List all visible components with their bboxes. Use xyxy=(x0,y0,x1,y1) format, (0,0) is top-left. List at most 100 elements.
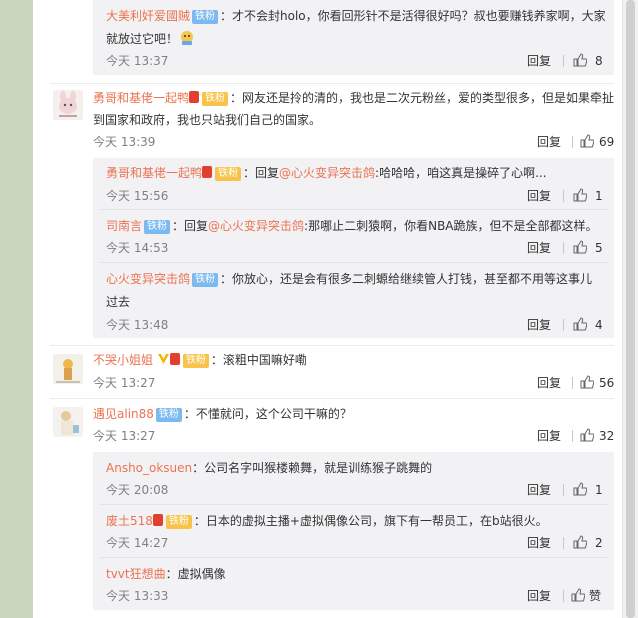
reply-button[interactable]: 回复 xyxy=(527,53,551,69)
divider xyxy=(563,190,564,202)
like-count: 1 xyxy=(595,483,603,497)
fan-badge: 铁粉 xyxy=(165,515,192,529)
comment-body: ：不懂就问，这个公司干嘛的？ xyxy=(183,407,352,421)
like-icon[interactable] xyxy=(573,317,587,331)
mention-link[interactable]: @心火变异突击鸽 xyxy=(208,219,304,233)
username-link[interactable]: 大美利奸爱國贼 xyxy=(106,9,190,23)
reply-body: ：虚拟偶像 xyxy=(165,567,226,581)
reply-text: tvvt狂想曲：虚拟偶像 xyxy=(106,565,226,583)
reply-button[interactable]: 回复 xyxy=(527,588,551,604)
username-link[interactable]: 心火变异突击鸽 xyxy=(106,272,190,286)
reply-time: 今天 14:27 xyxy=(106,536,169,550)
reply-time: 今天 13:33 xyxy=(106,589,169,603)
reply-time: 今天 13:48 xyxy=(106,318,169,332)
username-link[interactable]: tvvt狂想曲 xyxy=(106,567,166,581)
fan-badge: 铁粉 xyxy=(182,354,209,368)
username-link[interactable]: 废土518 xyxy=(106,514,153,528)
member-badge-icon xyxy=(152,514,163,526)
comment-body: ：滚粗中国嘛好嘞 xyxy=(210,353,307,367)
username-link[interactable]: 勇哥和基佬一起鸭 xyxy=(106,166,202,180)
fan-badge: 铁粉 xyxy=(192,10,219,24)
reply-text: Ansho_oksuen：公司名字叫猴楼赖舞，就是训练猴子跳舞的 xyxy=(106,459,432,477)
reply-button[interactable]: 回复 xyxy=(527,240,551,256)
like-count: 1 xyxy=(595,189,603,203)
comment-text: 大美利奸爱國贼 铁粉 ：才不会封holo，你看回形针不是活得很好吗？叔也要赚钱养家啊… xyxy=(106,7,606,25)
comment-text: 不哭小姐姐 铁粉 ：滚粗中国嘛好嘞 xyxy=(93,351,307,369)
reply-time: 今天 14:53 xyxy=(106,241,169,255)
like-icon[interactable] xyxy=(580,375,594,389)
member-badge-icon xyxy=(169,353,180,365)
reply-button[interactable]: 回复 xyxy=(527,482,551,498)
like-count: 2 xyxy=(595,536,603,550)
reply-button[interactable]: 回复 xyxy=(537,375,561,391)
like-icon[interactable] xyxy=(571,588,585,602)
comment-text-line2: 到国家和政府，我也只站我们自己的国家。 xyxy=(93,113,322,127)
divider xyxy=(563,319,564,331)
scrollbar-thumb[interactable] xyxy=(626,0,635,618)
username-link[interactable]: 遇见alin88 xyxy=(93,407,154,421)
comment-body: ：才不会封holo，你看回形针不是活得很好吗？叔也要赚钱养家啊，大家 xyxy=(220,9,606,23)
like-icon[interactable] xyxy=(573,188,587,202)
divider xyxy=(563,55,564,67)
like-count: 8 xyxy=(595,54,603,68)
user-avatar[interactable] xyxy=(53,354,83,384)
user-avatar[interactable] xyxy=(53,407,83,437)
reply-button[interactable]: 回复 xyxy=(527,535,551,551)
divider xyxy=(563,242,564,254)
divider xyxy=(572,136,573,148)
reply-button[interactable]: 回复 xyxy=(527,317,551,333)
emoji-icon xyxy=(178,29,196,52)
reply-time: 今天 20:08 xyxy=(106,483,169,497)
scrollbar[interactable] xyxy=(622,0,638,618)
fan-badge: 铁粉 xyxy=(144,220,171,234)
comment-body: ：网友还是拎的清的，我也是二次元粉丝，爱的类型很多，但是如果牵扯 xyxy=(230,91,615,105)
like-icon[interactable] xyxy=(573,482,587,496)
mention-link[interactable]: @心火变异突击鸽 xyxy=(279,166,375,180)
reply-button[interactable]: 回复 xyxy=(537,134,561,150)
comment-time: 今天 13:39 xyxy=(93,135,156,149)
reply-prefix: ：回复 xyxy=(243,166,280,180)
fan-badge: 铁粉 xyxy=(202,92,229,106)
reply-body: ：日本的虚拟主播+虚拟偶像公司，旗下有一帮员工，在b站很火。 xyxy=(193,514,548,528)
separator xyxy=(100,262,608,263)
username-link[interactable]: 司南言 xyxy=(106,219,142,233)
separator xyxy=(50,345,614,346)
divider xyxy=(563,537,564,549)
reply-text: 心火变异突击鸽 铁粉 ：你放心，还是会有很多二刺螈给继续管人打钱，甚至都不用等这事儿 xyxy=(106,270,592,288)
like-icon[interactable] xyxy=(573,535,587,549)
separator xyxy=(100,557,608,558)
reply-text: 司南言 铁粉 ：回复@心火变异突击鸽:那哪止二刺猿啊，你看NBA跪族，但不是全部都这… xyxy=(106,217,598,235)
like-count: 56 xyxy=(599,376,615,390)
separator xyxy=(50,83,614,84)
username-link[interactable]: Ansho_oksuen xyxy=(106,461,192,475)
reply-time: 今天 15:56 xyxy=(106,189,169,203)
comment-text: 勇哥和基佬一起鸭 铁粉 ：网友还是拎的清的，我也是二次元粉丝，爱的类型很多，但是如果… xyxy=(93,89,614,107)
like-icon[interactable] xyxy=(580,428,594,442)
reply-prefix: ：回复 xyxy=(172,219,209,233)
fan-badge: 铁粉 xyxy=(192,273,219,287)
divider xyxy=(572,377,573,389)
like-count: 赞 xyxy=(589,589,602,603)
reply-text: 废土518 铁粉 ：日本的虚拟主播+虚拟偶像公司，旗下有一帮员工，在b站很火。 xyxy=(106,512,548,530)
verified-v-icon xyxy=(157,354,169,364)
username-link[interactable]: 不哭小姐姐 xyxy=(93,353,153,367)
fan-badge: 铁粉 xyxy=(215,167,242,181)
comment-time: 今天 13:27 xyxy=(93,429,156,443)
username-link[interactable]: 勇哥和基佬一起鸭 xyxy=(93,91,189,105)
reply-body: ：你放心，还是会有很多二刺螈给继续管人打钱，甚至都不用等这事儿 xyxy=(220,272,593,286)
comment-body-line2: 就放过它吧！ xyxy=(106,32,179,46)
like-icon[interactable] xyxy=(573,53,587,67)
like-icon[interactable] xyxy=(580,134,594,148)
separator xyxy=(100,209,608,210)
comment-time: 今天 13:27 xyxy=(93,376,156,390)
like-icon[interactable] xyxy=(573,240,587,254)
user-avatar[interactable] xyxy=(53,90,83,120)
separator xyxy=(100,504,608,505)
reply-button[interactable]: 回复 xyxy=(537,428,561,444)
comment-text-line2: 就放过它吧！ xyxy=(106,29,196,52)
reply-button[interactable]: 回复 xyxy=(527,188,551,204)
divider xyxy=(572,430,573,442)
like-count: 5 xyxy=(595,241,603,255)
reply-body: :哈哈哈，咱这真是操碎了心啊... xyxy=(375,166,547,180)
separator xyxy=(50,398,614,399)
